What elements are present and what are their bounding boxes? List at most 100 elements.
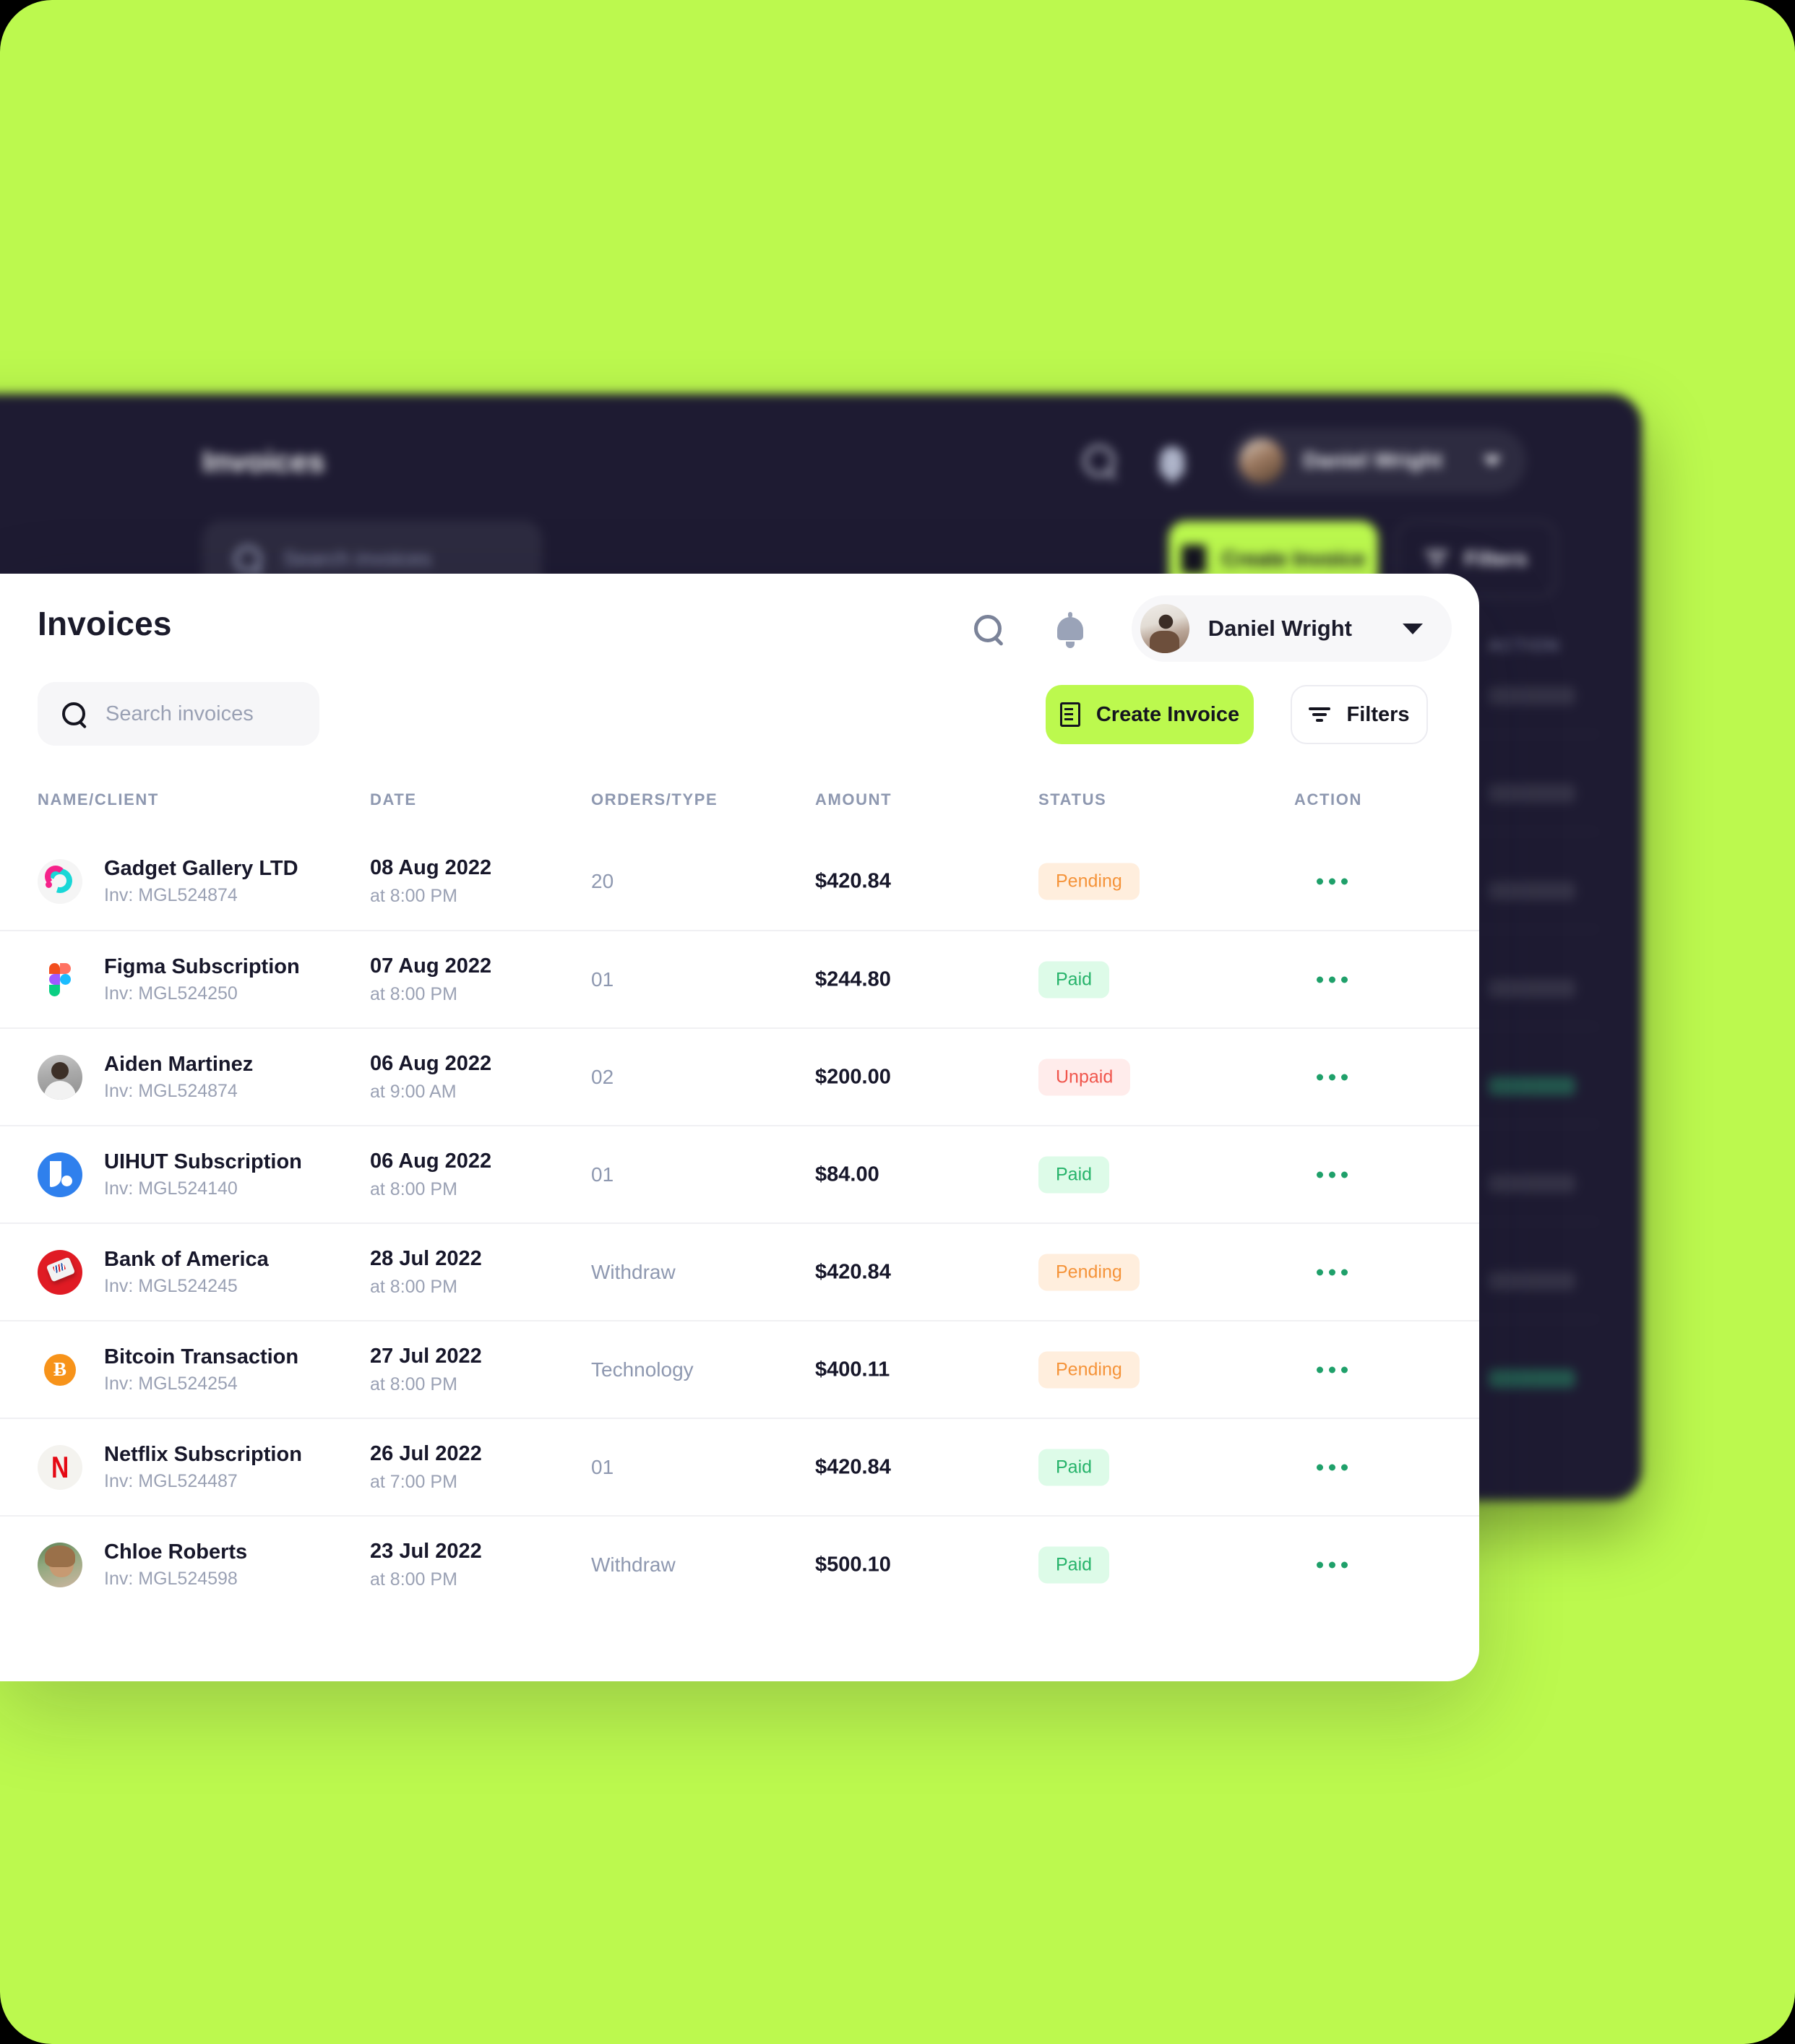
status-badge: Paid [1038, 1546, 1110, 1583]
card-header: Invoices Daniel Wright [0, 574, 1479, 689]
cell-amount: $420.84 [815, 1260, 891, 1283]
row-action-menu-button[interactable] [1317, 1074, 1348, 1080]
netflix-logo: N [38, 1444, 82, 1490]
row-action-menu-button[interactable] [1317, 1269, 1348, 1275]
dot [1317, 878, 1323, 884]
invoice-date: 06 Aug 2022 [370, 1051, 492, 1075]
cell-name-client: N Netflix Subscription Inv: MGL524487 [38, 1444, 302, 1491]
table-row[interactable]: Bank of America Inv: MGL524245 28 Jul 2022… [0, 1222, 1479, 1320]
row-action-menu-button[interactable] [1317, 976, 1348, 983]
cell-name-client: Gadget Gallery LTD Inv: MGL524874 [38, 858, 298, 905]
create-invoice-button[interactable]: Create Invoice [1046, 685, 1254, 744]
row-action-menu-button[interactable] [1317, 1561, 1348, 1568]
invoice-date: 27 Jul 2022 [370, 1344, 482, 1368]
cell-name-client: Aiden Martinez Inv: MGL524874 [38, 1052, 254, 1101]
dot [1341, 1464, 1348, 1470]
table-row[interactable]: Figma Subscription Inv: MGL524250 07 Aug 2… [0, 930, 1479, 1027]
client-name: Bank of America [104, 1247, 269, 1271]
status-badge: Paid [1038, 1156, 1110, 1193]
client-name: Aiden Martinez [104, 1052, 254, 1076]
cell-status: Paid [1038, 1449, 1110, 1485]
status-badge: Paid [1038, 961, 1110, 998]
cell-date: 23 Jul 2022 at 8:00 PM [370, 1539, 482, 1589]
invoice-date: 08 Aug 2022 [370, 855, 492, 879]
cell-date: 07 Aug 2022 at 8:00 PM [370, 955, 491, 1004]
user-menu[interactable]: Daniel Wright [1131, 595, 1452, 662]
invoices-table: NAME/CLIENT DATE ORDERS/TYPE AMOUNT STAT… [0, 790, 1479, 1613]
bg-filters-label: Filters [1464, 547, 1528, 571]
table-row[interactable]: Chloe Roberts Inv: MGL524598 23 Jul 2022 at… [0, 1515, 1479, 1613]
cell-name-client: Bank of America Inv: MGL524245 [38, 1249, 269, 1295]
screen-background: Invoices Daniel Wright Search invoices C… [0, 0, 1795, 2044]
client-name: Netflix Subscription [104, 1442, 302, 1466]
invoice-time: at 8:00 PM [370, 983, 457, 1004]
table-row[interactable]: Gadget Gallery LTD Inv: MGL524874 08 Aug 2… [0, 832, 1479, 930]
invoice-date: 23 Jul 2022 [370, 1539, 482, 1563]
bg-action-column-header: ACTION [1489, 636, 1560, 655]
cell-orders-type: Withdraw [591, 1260, 676, 1283]
invoice-number: Inv: MGL524487 [104, 1470, 238, 1491]
dot [1329, 1269, 1335, 1275]
table-row[interactable]: Ƀ Bitcoin Transaction Inv: MGL524254 27 Jul… [0, 1320, 1479, 1418]
invoice-number: Inv: MGL524874 [104, 1080, 238, 1101]
table-row[interactable]: Aiden Martinez Inv: MGL524874 06 Aug 2022 a… [0, 1027, 1479, 1125]
dot [1341, 878, 1348, 884]
dot [1329, 1171, 1335, 1178]
search-icon-button[interactable] [967, 608, 1009, 650]
dot [1329, 976, 1335, 983]
client-name: UIHUT Subscription [104, 1150, 302, 1173]
search-input[interactable]: Search invoices [38, 682, 319, 746]
header-actions: Daniel Wright [967, 595, 1452, 662]
cell-date: 08 Aug 2022 at 8:00 PM [370, 855, 492, 906]
row-action-menu-button[interactable] [1317, 878, 1348, 884]
figma-logo [38, 957, 82, 1002]
client-name: Chloe Roberts [104, 1540, 248, 1564]
cell-date: 27 Jul 2022 at 8:00 PM [370, 1344, 482, 1394]
invoice-time: at 9:00 AM [370, 1081, 457, 1102]
invoice-time: at 7:00 PM [370, 1471, 457, 1492]
aiden-avatar [38, 1054, 82, 1100]
invoice-number: Inv: MGL524250 [104, 983, 238, 1004]
invoice-number: Inv: MGL524140 [104, 1178, 238, 1199]
row-action-menu-button[interactable] [1317, 1464, 1348, 1470]
invoice-number: Inv: MGL524254 [104, 1373, 238, 1394]
receipt-icon [1059, 702, 1080, 727]
invoice-date: 06 Aug 2022 [370, 1149, 492, 1173]
cell-name-client: UIHUT Subscription Inv: MGL524140 [38, 1150, 302, 1199]
cell-name-client: Chloe Roberts Inv: MGL524598 [38, 1540, 248, 1588]
invoice-date: 26 Jul 2022 [370, 1441, 482, 1465]
bg-user-name: Daniel Wright [1303, 449, 1442, 473]
invoice-time: at 8:00 PM [370, 885, 457, 906]
dot [1317, 1561, 1323, 1568]
cell-amount: $420.84 [815, 869, 891, 892]
column-header-date: DATE [370, 790, 417, 808]
cell-date: 26 Jul 2022 at 7:00 PM [370, 1441, 482, 1492]
bg-create-invoice-label: Create Invoice [1221, 547, 1366, 571]
row-action-menu-button[interactable] [1317, 1366, 1348, 1373]
filters-label: Filters [1346, 702, 1410, 726]
cell-date: 06 Aug 2022 at 8:00 PM [370, 1149, 492, 1199]
dot [1317, 1464, 1323, 1470]
dot [1341, 1074, 1348, 1080]
row-action-menu-button[interactable] [1317, 1171, 1348, 1178]
filters-button[interactable]: Filters [1291, 685, 1428, 744]
invoice-time: at 8:00 PM [370, 1276, 457, 1297]
bg-search-field-icon [234, 546, 262, 573]
dot [1341, 976, 1348, 983]
column-header-action: ACTION [1294, 790, 1362, 808]
notifications-button[interactable] [1049, 608, 1091, 650]
invoice-time: at 8:00 PM [370, 1178, 457, 1199]
table-header-row: NAME/CLIENT DATE ORDERS/TYPE AMOUNT STAT… [0, 790, 1479, 832]
column-header-name-client: NAME/CLIENT [38, 790, 159, 808]
invoice-date: 28 Jul 2022 [370, 1246, 482, 1270]
bg-receipt-icon [1181, 545, 1206, 574]
dot [1329, 878, 1335, 884]
bank-of-america-logo [38, 1249, 82, 1295]
status-badge: Pending [1038, 1351, 1140, 1388]
table-row[interactable]: N Netflix Subscription Inv: MGL524487 26 Ju… [0, 1418, 1479, 1515]
invoice-time: at 8:00 PM [370, 1374, 457, 1394]
table-row[interactable]: UIHUT Subscription Inv: MGL524140 06 Aug 2… [0, 1125, 1479, 1222]
filter-icon [1309, 707, 1331, 722]
cell-amount: $84.00 [815, 1163, 879, 1186]
dot [1341, 1366, 1348, 1373]
